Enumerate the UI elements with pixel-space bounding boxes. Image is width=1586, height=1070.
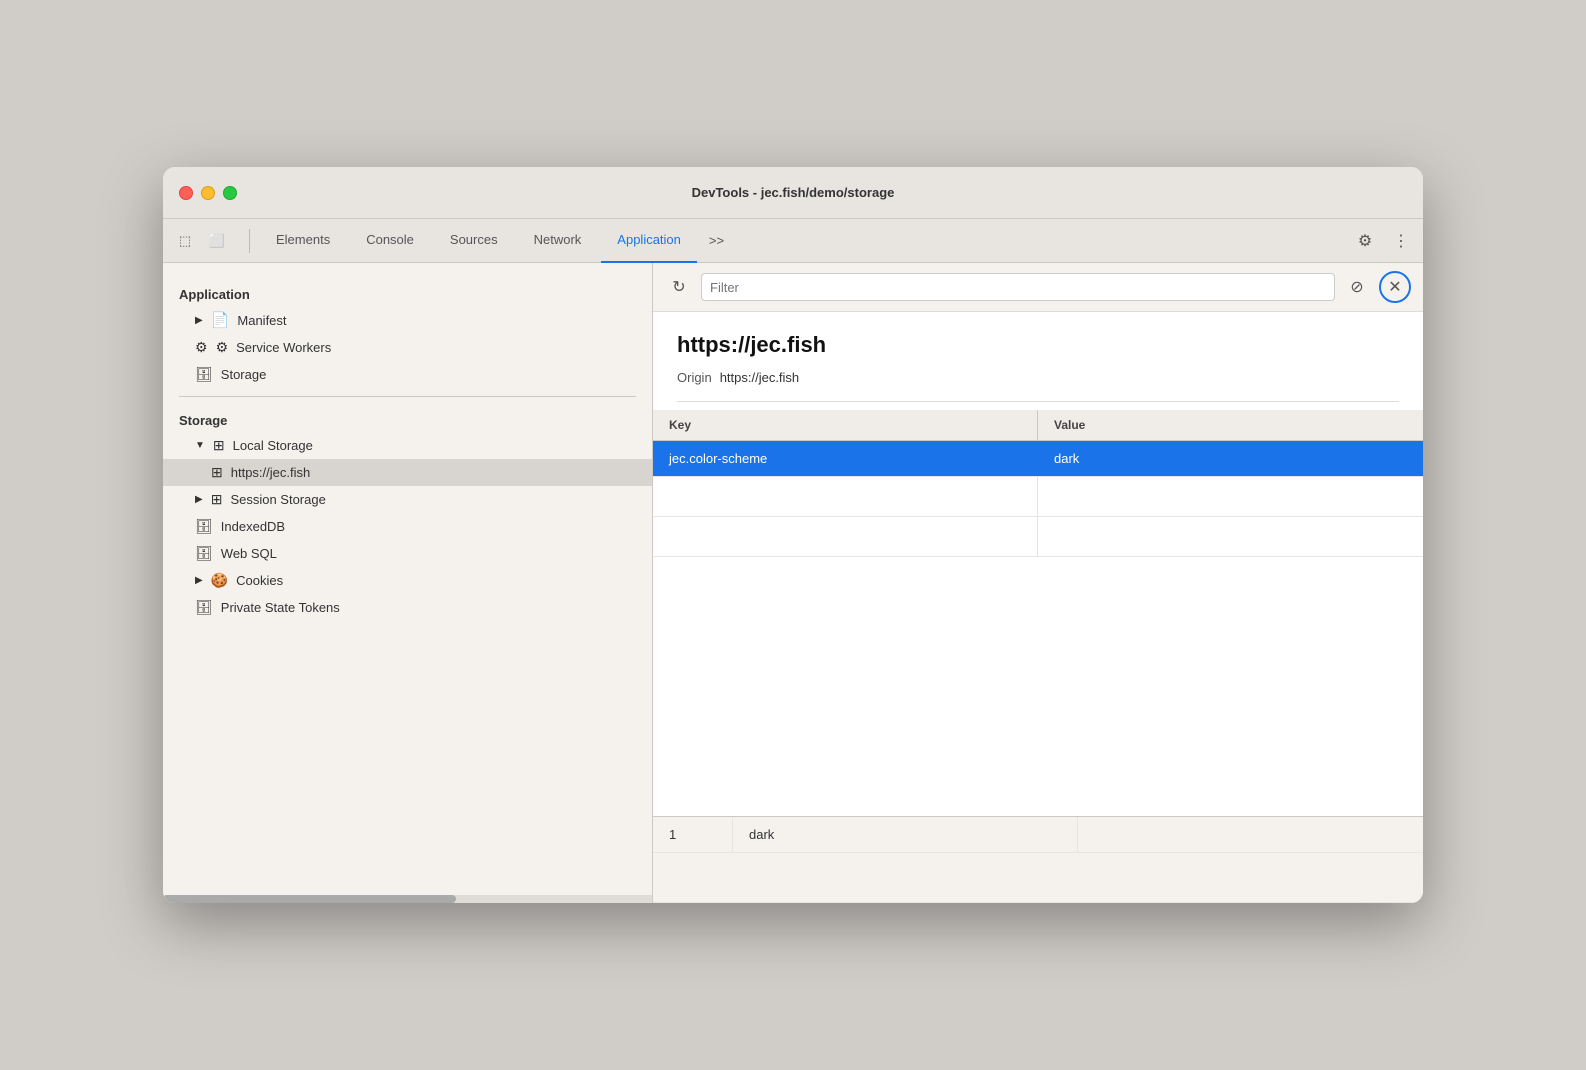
web-sql-icon: 🗄	[195, 545, 213, 562]
service-workers-icon2: ⚙	[216, 339, 229, 356]
sidebar-item-storage-app[interactable]: 🗄 Storage	[163, 361, 652, 388]
title-bar: DevTools - jec.fish/demo/storage	[163, 167, 1423, 219]
tab-elements[interactable]: Elements	[260, 219, 346, 263]
device-icon: ⬜	[209, 233, 225, 249]
storage-section-label: Storage	[163, 405, 652, 432]
more-options-icon: ⋮	[1393, 231, 1409, 251]
close-circle-btn[interactable]: ✕	[1379, 271, 1411, 303]
table-header: Key Value	[653, 410, 1423, 441]
refresh-btn[interactable]: ↻	[665, 273, 693, 301]
settings-btn[interactable]: ⚙	[1351, 227, 1379, 255]
storage-table: Key Value jec.color-scheme dark	[653, 410, 1423, 816]
scrollbar-thumb	[163, 895, 456, 903]
table-row-empty2	[653, 517, 1423, 557]
tab-application[interactable]: Application	[601, 219, 697, 263]
toolbar-icons: ⬚ ⬜	[171, 227, 231, 255]
filter-input[interactable]	[701, 273, 1335, 301]
detail-spacer	[653, 853, 1423, 903]
origin-row: Origin https://jec.fish	[677, 370, 1399, 402]
device-icon-btn[interactable]: ⬜	[203, 227, 231, 255]
devtools-window: DevTools - jec.fish/demo/storage ⬚ ⬜ Ele…	[163, 167, 1423, 903]
more-options-btn[interactable]: ⋮	[1387, 227, 1415, 255]
origin-label: Origin	[677, 370, 712, 385]
local-storage-url-icon: ⊞	[211, 464, 223, 481]
cursor-icon: ⬚	[179, 233, 191, 249]
table-row-empty1	[653, 477, 1423, 517]
traffic-lights	[179, 186, 237, 200]
sidebar-scrollbar[interactable]	[163, 895, 652, 903]
content-toolbar: ↻ ⊘ ✕	[653, 263, 1423, 312]
toolbar: ⬚ ⬜ Elements Console Sources Network App…	[163, 219, 1423, 263]
tab-console[interactable]: Console	[350, 219, 430, 263]
minimize-button[interactable]	[201, 186, 215, 200]
cookies-chevron: ▶	[195, 575, 203, 586]
clear-icon: ⊘	[1350, 277, 1363, 297]
sidebar-item-private-state-tokens[interactable]: 🗄 Private State Tokens	[163, 594, 652, 621]
sidebar-item-service-workers[interactable]: ⚙ ⚙ Service Workers	[163, 334, 652, 361]
row-value: dark	[1038, 441, 1423, 476]
sidebar: Application ▶ 📄 Manifest ⚙ ⚙ Service Wor…	[163, 263, 653, 903]
empty-val1	[1038, 477, 1423, 516]
empty-key1	[653, 477, 1038, 516]
detail-row-num: 1	[653, 817, 733, 852]
tab-network[interactable]: Network	[518, 219, 598, 263]
empty-val2	[1038, 517, 1423, 556]
row-key: jec.color-scheme	[653, 441, 1038, 476]
cursor-icon-btn[interactable]: ⬚	[171, 227, 199, 255]
sidebar-item-cookies[interactable]: ▶ 🍪 Cookies	[163, 567, 652, 594]
more-tabs-btn[interactable]: >>	[701, 227, 732, 254]
col-key: Key	[653, 410, 1038, 440]
sidebar-item-web-sql[interactable]: 🗄 Web SQL	[163, 540, 652, 567]
window-title: DevTools - jec.fish/demo/storage	[692, 185, 895, 200]
empty-key2	[653, 517, 1038, 556]
manifest-chevron: ▶	[195, 315, 203, 326]
origin-header: https://jec.fish Origin https://jec.fish	[653, 312, 1423, 410]
session-storage-chevron: ▶	[195, 494, 203, 505]
indexeddb-icon: 🗄	[195, 518, 213, 535]
local-storage-icon: ⊞	[213, 437, 225, 454]
detail-value: dark	[733, 817, 1078, 852]
sidebar-item-local-storage[interactable]: ▼ ⊞ Local Storage	[163, 432, 652, 459]
private-state-tokens-icon: 🗄	[195, 599, 213, 616]
sidebar-item-indexeddb[interactable]: 🗄 IndexedDB	[163, 513, 652, 540]
detail-empty	[1078, 817, 1423, 852]
toolbar-right: ⚙ ⋮	[1351, 227, 1415, 255]
x-icon: ✕	[1388, 277, 1401, 297]
tab-sources[interactable]: Sources	[434, 219, 514, 263]
manifest-icon: 📄	[211, 311, 230, 329]
origin-title: https://jec.fish	[677, 332, 1399, 358]
service-workers-icon: ⚙	[195, 339, 208, 356]
local-storage-chevron: ▼	[195, 440, 205, 451]
refresh-icon: ↻	[672, 277, 685, 297]
clear-filter-btn[interactable]: ⊘	[1343, 273, 1371, 301]
content-panel: ↻ ⊘ ✕ https://jec.fish Origin https://je…	[653, 263, 1423, 903]
session-storage-icon: ⊞	[211, 491, 223, 508]
sidebar-item-session-storage[interactable]: ▶ ⊞ Session Storage	[163, 486, 652, 513]
fullscreen-button[interactable]	[223, 186, 237, 200]
sidebar-item-local-storage-url[interactable]: ⊞ https://jec.fish	[163, 459, 652, 486]
table-row[interactable]: jec.color-scheme dark	[653, 441, 1423, 477]
col-value: Value	[1038, 410, 1423, 440]
sidebar-divider	[179, 396, 636, 397]
main-area: Application ▶ 📄 Manifest ⚙ ⚙ Service Wor…	[163, 263, 1423, 903]
storage-app-icon: 🗄	[195, 366, 213, 383]
app-section-label: Application	[163, 279, 652, 306]
origin-value: https://jec.fish	[720, 370, 799, 385]
cookies-icon: 🍪	[211, 572, 228, 589]
sidebar-item-manifest[interactable]: ▶ 📄 Manifest	[163, 306, 652, 334]
settings-icon: ⚙	[1358, 231, 1372, 251]
toolbar-divider	[249, 229, 250, 253]
close-button[interactable]	[179, 186, 193, 200]
detail-row: 1 dark	[653, 817, 1423, 853]
detail-section: 1 dark	[653, 816, 1423, 903]
